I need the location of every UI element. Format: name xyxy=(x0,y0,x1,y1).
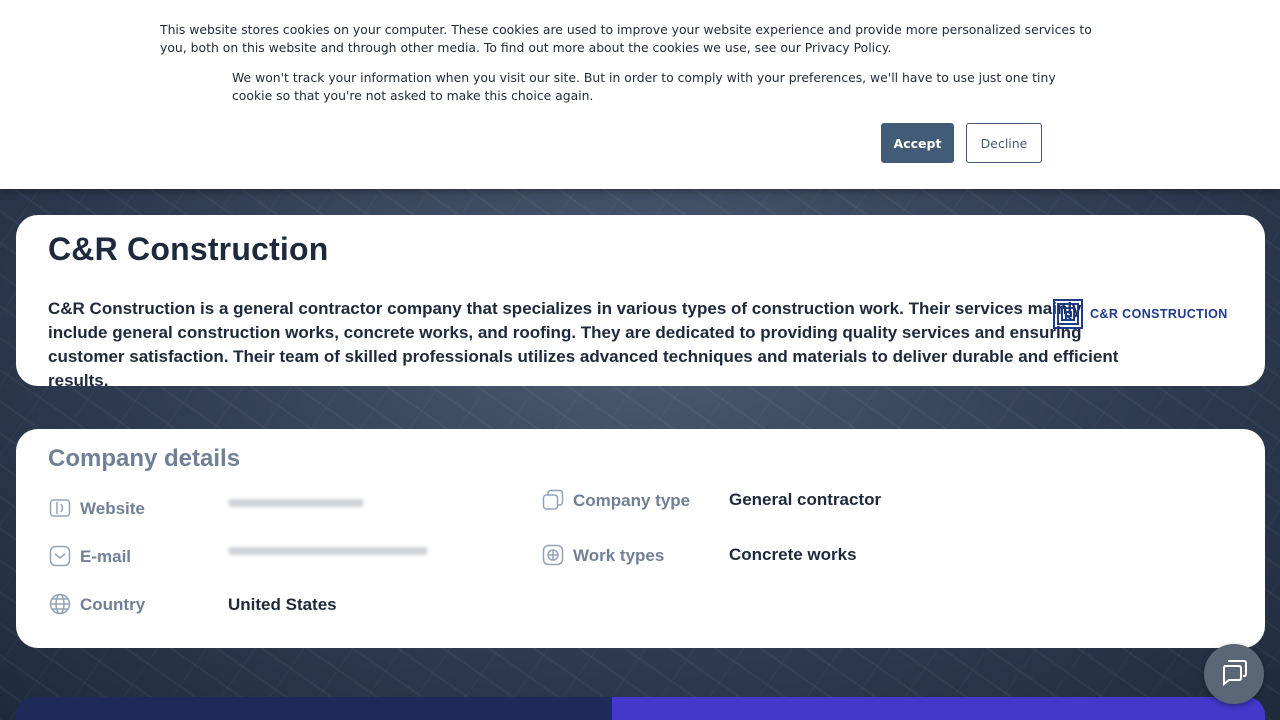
country-value: United States xyxy=(228,595,337,614)
work-types-label: Work types xyxy=(573,546,665,565)
section-title: Company details xyxy=(48,445,241,472)
company-intro-card: C&R Construction C&R Construction is a g… xyxy=(16,215,1265,390)
chat-icon xyxy=(1219,657,1249,691)
website-label: Website xyxy=(80,499,145,518)
envelope-icon xyxy=(49,545,71,567)
company-logo: C&R CONSTRUCTION xyxy=(1053,299,1229,329)
chat-button[interactable] xyxy=(1204,644,1264,704)
grid-icon xyxy=(542,544,564,566)
logo-text: C&R CONSTRUCTION xyxy=(1090,307,1228,321)
globe-icon xyxy=(49,593,71,615)
bottom-section-right xyxy=(612,697,1265,720)
company-description: C&R Construction is a general contractor… xyxy=(48,299,1119,390)
cookie-banner: This website stores cookies on your comp… xyxy=(0,0,1280,189)
cookie-text-secondary: We won't track your information when you… xyxy=(232,70,1056,103)
work-types-value: Concrete works xyxy=(729,545,857,564)
company-type-value: General contractor xyxy=(729,490,882,509)
company-details-card: Company details Website E-mail Country U… xyxy=(16,429,1265,648)
company-type-label: Company type xyxy=(573,491,691,510)
logo-mark-icon xyxy=(1053,299,1083,329)
squares-icon xyxy=(542,489,564,511)
bottom-section-left xyxy=(16,697,612,720)
website-icon xyxy=(49,497,71,519)
website-value-redacted[interactable] xyxy=(228,499,364,507)
cookie-text-main: This website stores cookies on your comp… xyxy=(160,22,1092,55)
company-name: C&R Construction xyxy=(48,231,329,267)
country-label: Country xyxy=(80,595,146,614)
decline-button[interactable]: Decline xyxy=(966,123,1042,163)
accept-button[interactable]: Accept xyxy=(881,123,954,163)
email-label: E-mail xyxy=(80,547,132,566)
email-value-redacted[interactable] xyxy=(228,547,428,555)
